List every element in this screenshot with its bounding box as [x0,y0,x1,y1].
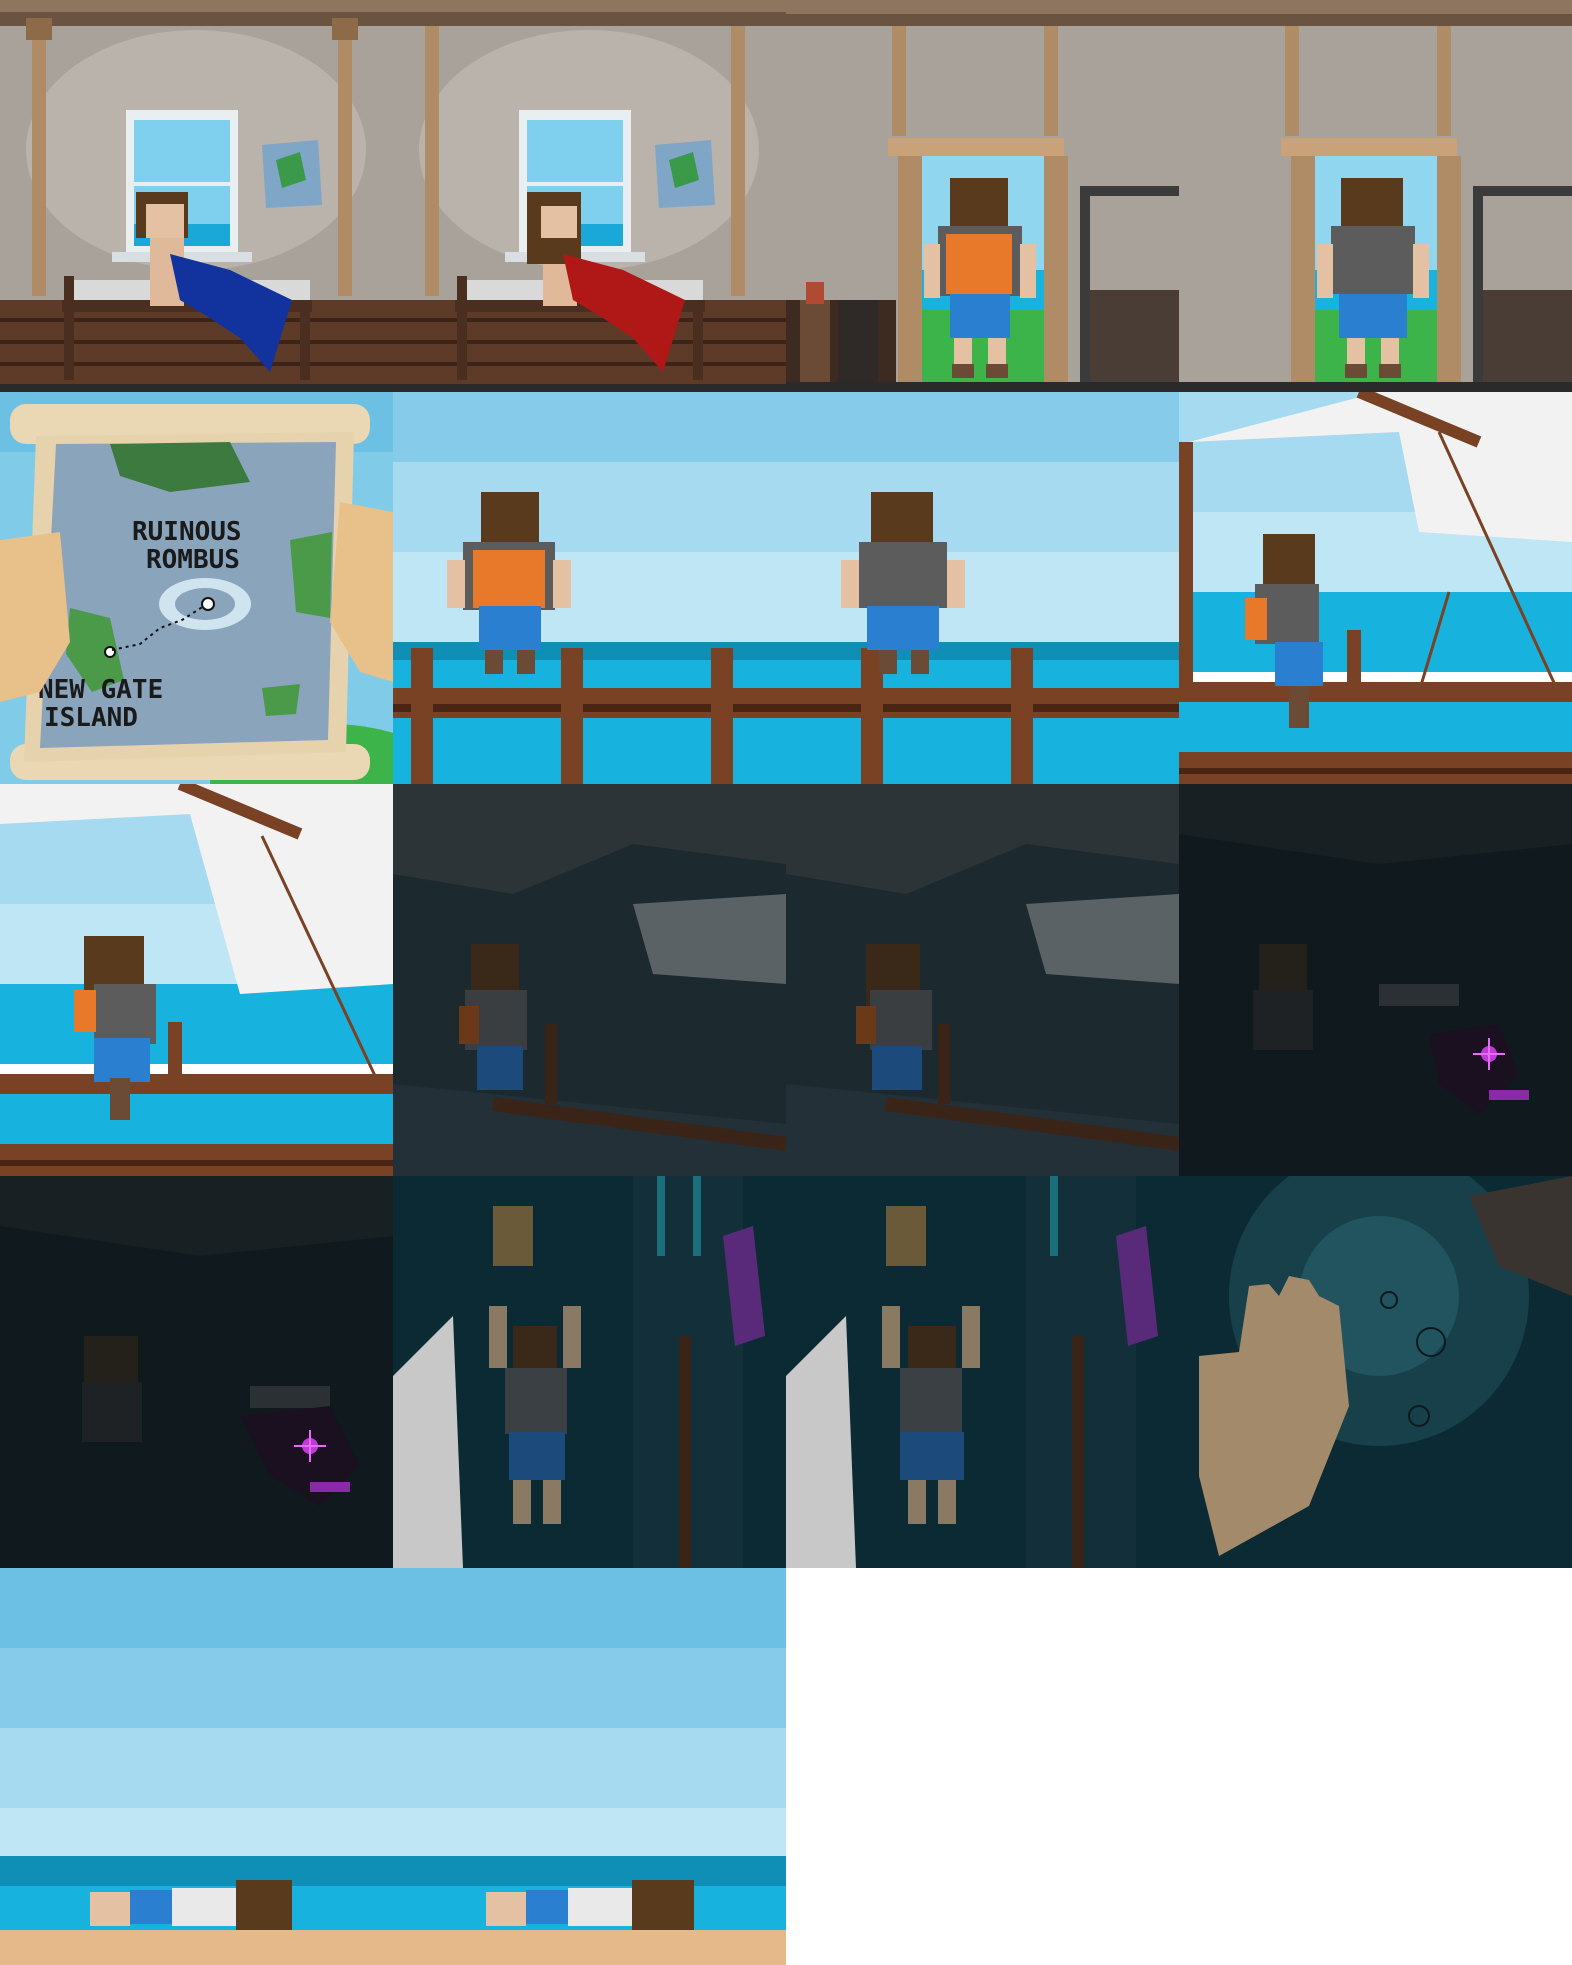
torn-sail [1026,894,1179,984]
origin-marker [104,646,116,658]
frame-girl-at-cabin-door [1179,0,1572,392]
frame-girl-steering-ship [0,784,393,1176]
frame-kids-washed-ashore [0,1568,786,1965]
storyboard-sheet: RUINOUS ROMBUS NEW GATE ISLAND [0,0,1572,1965]
frame-hand-reaching-underwater [1179,1176,1572,1568]
frame-boy-wakes-in-bed [0,0,393,392]
frame-kids-on-ship-deck [393,392,1179,784]
frame-shadow-creature-girl [0,1176,393,1568]
frame-boy-storm [393,784,786,1176]
frame-boy-underwater [393,1176,786,1568]
creature-teeth [1489,1090,1529,1100]
torn-sail [633,894,786,984]
frame-boy-at-cabin-door [786,0,1179,392]
floating-crate [886,1206,926,1266]
frame-girl-storm [786,784,1179,1176]
destination-label-line2: ROMBUS [146,545,240,575]
sand-beach [0,1930,786,1965]
origin-label-line1: NEW GATE [38,675,163,705]
frame-shadow-creature-boy [1179,784,1572,1176]
floating-crate [493,1206,533,1266]
destination-marker [201,597,215,611]
frame-treasure-map-scroll: RUINOUS ROMBUS NEW GATE ISLAND [0,392,393,784]
creature-teeth [310,1482,350,1492]
frame-girl-underwater [786,1176,1179,1568]
origin-label-line2: ISLAND [44,703,138,733]
frame-girl-wakes-in-bed [393,0,786,392]
destination-label-line1: RUINOUS [132,517,242,547]
frame-boy-steering-ship [1179,392,1572,784]
